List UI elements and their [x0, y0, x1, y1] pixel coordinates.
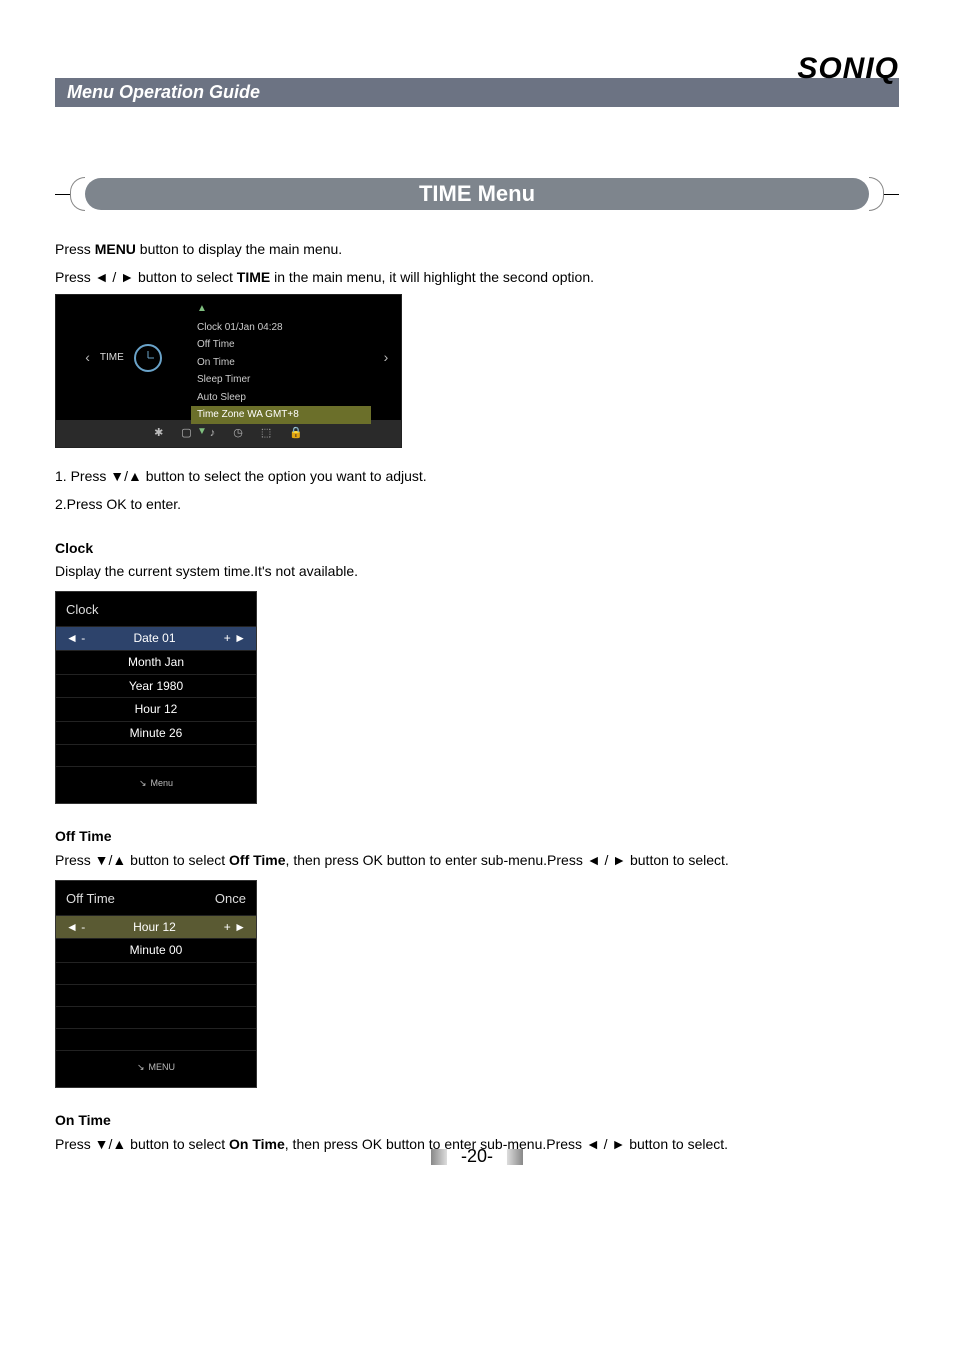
panel-row: Year 1980 — [56, 674, 256, 698]
panel-row-empty — [56, 744, 256, 766]
arrow-left-icon: ◄ — [66, 920, 78, 934]
osd-item: Off Time — [191, 336, 371, 354]
gear-icon: ✱ — [154, 425, 163, 442]
panel-footer: ↘ Menu — [56, 766, 256, 803]
intro-line-2: Press ◄ / ► button to select TIME in the… — [55, 267, 899, 289]
chevron-left-icon: ‹ — [85, 347, 90, 369]
osd-item: Auto Sleep — [191, 389, 371, 407]
plus-icon: + — [224, 631, 231, 645]
text-bold: TIME — [237, 269, 270, 285]
return-icon: ↘ — [139, 778, 147, 788]
step-1: 1. Press ▼/▲ button to select the option… — [55, 466, 899, 488]
panel-row: Month Jan — [56, 650, 256, 674]
arrow-down-icon: ▼ — [191, 424, 371, 440]
section-header: Menu Operation Guide — [55, 78, 899, 107]
panel-row-empty — [56, 962, 256, 984]
music-icon: ♪ — [210, 425, 216, 442]
panel-title-right: Once — [215, 889, 246, 909]
title-text: TIME Menu — [85, 178, 869, 210]
intro-line-1: Press MENU button to display the main me… — [55, 239, 899, 261]
panel-footer-text: MENU — [149, 1062, 176, 1072]
brand-logo: SONIQ — [797, 52, 899, 86]
osd-item: On Time — [191, 354, 371, 372]
clock-desc: Display the current system time.It's not… — [55, 561, 899, 583]
panel-row: Minute 00 — [56, 938, 256, 962]
offtime-heading: Off Time — [55, 826, 899, 848]
panel-row-value: Date 01 — [133, 629, 175, 648]
text: button to display the main menu. — [136, 241, 342, 257]
arrow-up-icon: ▲ — [191, 301, 371, 317]
title-band: TIME Menu — [55, 177, 899, 211]
decorative-box — [431, 1149, 447, 1165]
panel-row-highlighted: ◄ - Hour 12 + ► — [56, 915, 256, 939]
text: in the main menu, it will highlight the … — [270, 269, 594, 285]
arrow-right-icon: ► — [234, 920, 246, 934]
text: Press — [55, 241, 95, 257]
text-bold: MENU — [95, 241, 136, 257]
lock-icon: 🔒 — [289, 425, 303, 442]
panel-row-empty — [56, 984, 256, 1006]
panel-row: Minute 26 — [56, 721, 256, 745]
return-icon: ↘ — [137, 1062, 145, 1072]
text: Press ▼/▲ button to select — [55, 1136, 229, 1152]
panel-row-empty — [56, 1006, 256, 1028]
text: Press ◄ / ► button to select — [55, 269, 237, 285]
grid-icon: ⬚ — [261, 425, 271, 442]
osd-item-list: ▲ Clock 01/Jan 04:28 Off Time On Time Sl… — [191, 295, 371, 420]
panel-title: Clock — [56, 598, 256, 626]
step-2: 2.Press OK to enter. — [55, 494, 899, 516]
panel-row-highlighted: ◄ - Date 01 + ► — [56, 626, 256, 650]
offtime-panel: Off Time Once ◄ - Hour 12 + ► Minute 00 … — [55, 880, 257, 1088]
osd-time-menu: ‹ TIME ▲ Clock 01/Jan 04:28 Off Time On … — [55, 294, 402, 448]
minus-icon: - — [81, 920, 85, 934]
page-number: -20- — [431, 1146, 523, 1167]
arrow-left-icon: ◄ — [66, 631, 78, 645]
panel-row: Hour 12 — [56, 697, 256, 721]
text: , then press OK button to enter sub-menu… — [286, 852, 729, 868]
text-bold: On Time — [229, 1136, 285, 1152]
text: Press ▼/▲ button to select — [55, 852, 229, 868]
clock-heading: Clock — [55, 538, 899, 560]
clock-icon — [134, 344, 162, 372]
clock-panel: Clock ◄ - Date 01 + ► Month Jan Year 198… — [55, 591, 257, 804]
minus-icon: - — [81, 631, 85, 645]
panel-row-empty — [56, 1028, 256, 1050]
arrow-right-icon: ► — [234, 631, 246, 645]
osd-left-pane: ‹ TIME — [56, 295, 191, 420]
screen-icon: ▢ — [181, 425, 191, 442]
osd-category-label: TIME — [100, 350, 124, 366]
time-icon: ◷ — [233, 425, 243, 442]
panel-footer: ↘ MENU — [56, 1050, 256, 1087]
page-number-text: -20- — [461, 1146, 493, 1167]
offtime-desc: Press ▼/▲ button to select Off Time, the… — [55, 850, 899, 872]
panel-row-value: Hour 12 — [133, 918, 176, 937]
panel-title: Off Time Once — [56, 887, 256, 915]
osd-item: Clock 01/Jan 04:28 — [191, 319, 371, 337]
panel-footer-text: Menu — [151, 778, 174, 788]
chevron-right-icon: › — [371, 295, 401, 420]
panel-title-text: Clock — [66, 600, 99, 620]
text-bold: Off Time — [229, 852, 286, 868]
osd-item-highlighted: Time Zone WA GMT+8 — [191, 406, 371, 424]
osd-item: Sleep Timer — [191, 371, 371, 389]
ontime-heading: On Time — [55, 1110, 899, 1132]
panel-title-left: Off Time — [66, 889, 115, 909]
plus-icon: + — [224, 920, 231, 934]
decorative-box — [507, 1149, 523, 1165]
